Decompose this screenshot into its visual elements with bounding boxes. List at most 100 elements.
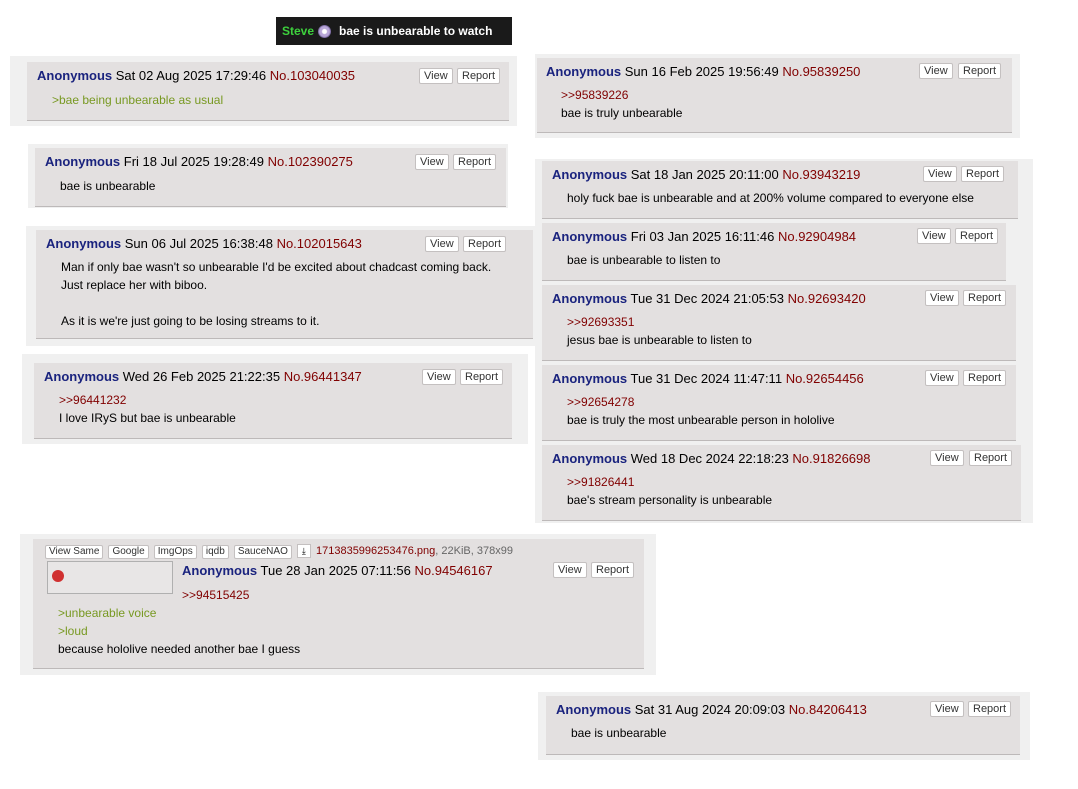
avatar-icon [52, 570, 64, 582]
view-button[interactable]: View [425, 236, 459, 252]
post: Anonymous Wed 26 Feb 2025 21:22:35 No.96… [34, 363, 512, 439]
post-date: Fri 18 Jul 2025 19:28:49 [123, 154, 264, 169]
report-button[interactable]: Report [963, 370, 1007, 386]
report-button[interactable]: Report [457, 68, 501, 84]
post-number[interactable]: No.92693420 [788, 291, 866, 306]
image-thumbnail[interactable] [47, 561, 173, 594]
post-text-line: bae is truly unbearable [561, 106, 683, 120]
quote-link[interactable]: >>94515425 [182, 586, 249, 604]
settings-icon[interactable] [318, 24, 332, 38]
post-date: Fri 03 Jan 2025 16:11:46 [630, 229, 775, 244]
report-button[interactable]: Report [591, 562, 635, 578]
thread-title: bae is unbearable to watch [339, 24, 493, 38]
poster-name: Anonymous [46, 236, 122, 251]
post-text-line: holy fuck bae is unbearable and at 200% … [567, 191, 974, 205]
poster-name: Anonymous [45, 154, 121, 169]
download-icon[interactable]: ⤓ [296, 544, 311, 558]
post-text-line: bae is truly the most unbearable person … [567, 413, 835, 427]
poster-name: Anonymous [552, 229, 628, 244]
post-text-line: jesus bae is unbearable to listen to [567, 333, 752, 347]
post-date: Sun 06 Jul 2025 16:38:48 [124, 236, 273, 251]
post-number[interactable]: No.92654456 [786, 371, 864, 386]
post: Anonymous Fri 03 Jan 2025 16:11:46 No.92… [542, 223, 1006, 281]
report-button[interactable]: Report [963, 290, 1007, 306]
quote-link[interactable]: >>91826441 [567, 473, 772, 491]
poster-name: Anonymous [556, 702, 632, 717]
post-number[interactable]: No.102390275 [268, 154, 353, 169]
post-number[interactable]: No.102015643 [277, 236, 362, 251]
view-button[interactable]: View [419, 68, 453, 84]
report-button[interactable]: Report [460, 369, 504, 385]
post-text-line: bae is unbearable [60, 179, 156, 193]
post-date: Sat 18 Jan 2025 20:11:00 [630, 167, 779, 182]
post-number[interactable]: No.95839250 [782, 64, 860, 79]
post-date: Tue 31 Dec 2024 11:47:11 [630, 371, 783, 386]
post: Anonymous Tue 31 Dec 2024 11:47:11 No.92… [542, 365, 1016, 441]
post-date: Sat 31 Aug 2024 20:09:03 [634, 702, 786, 717]
quote-link[interactable]: >>96441232 [59, 391, 236, 409]
post-text-line: bae's stream personality is unbearable [567, 493, 773, 507]
post-number[interactable]: No.96441347 [284, 369, 362, 384]
post-number[interactable]: No.91826698 [792, 451, 870, 466]
thread-title-bar: Steve bae is unbearable to watch [276, 17, 512, 45]
post-text-line [61, 294, 491, 312]
report-button[interactable]: Report [961, 166, 1005, 182]
imgops-button[interactable]: ImgOps [153, 545, 197, 559]
file-name[interactable]: 1713835996253476.png [316, 545, 435, 557]
poster-name: Anonymous [37, 68, 113, 83]
view-button[interactable]: View [925, 370, 959, 386]
post-number[interactable]: No.94546167 [415, 563, 493, 578]
quote-link[interactable]: >>92693351 [567, 313, 752, 331]
post-text-line: because hololive needed another bae I gu… [58, 642, 301, 656]
post-text-line: bae is unbearable [571, 726, 667, 740]
report-button[interactable]: Report [955, 228, 999, 244]
post-number[interactable]: No.84206413 [789, 702, 867, 717]
view-button[interactable]: View [422, 369, 456, 385]
view-button[interactable]: View [917, 228, 951, 244]
post: Anonymous Sat 31 Aug 2024 20:09:03 No.84… [546, 696, 1020, 755]
quote-link[interactable]: >>95839226 [561, 86, 682, 104]
post-date: Sun 16 Feb 2025 19:56:49 [624, 64, 779, 79]
post-number[interactable]: No.93943219 [782, 167, 860, 182]
view-button[interactable]: View [925, 290, 959, 306]
view-button[interactable]: View [919, 63, 953, 79]
post-date: Tue 31 Dec 2024 21:05:53 [630, 291, 784, 306]
poster-name: Anonymous [552, 291, 628, 306]
post: Anonymous Tue 31 Dec 2024 21:05:53 No.92… [542, 285, 1016, 361]
view-button[interactable]: View [415, 154, 449, 170]
post-text-line: Just replace her with biboo. [61, 278, 208, 292]
report-button[interactable]: Report [453, 154, 497, 170]
report-button[interactable]: Report [958, 63, 1002, 79]
view-button[interactable]: View [930, 450, 964, 466]
view-button[interactable]: View [923, 166, 957, 182]
post: Anonymous Fri 18 Jul 2025 19:28:49 No.10… [35, 148, 506, 207]
post-text-line: I love IRyS but bae is unbearable [59, 411, 236, 425]
poster-name: Anonymous [552, 451, 628, 466]
post-date: Wed 26 Feb 2025 21:22:35 [122, 369, 281, 384]
post: Anonymous Wed 18 Dec 2024 22:18:23 No.91… [542, 445, 1021, 521]
saucenao-button[interactable]: SauceNAO [233, 545, 292, 559]
view-same-button[interactable]: View Same [45, 545, 104, 559]
view-button[interactable]: View [930, 701, 964, 717]
post: Anonymous Sun 06 Jul 2025 16:38:48 No.10… [36, 230, 533, 339]
poster-name: Anonymous [552, 167, 628, 182]
post: Anonymous Sun 16 Feb 2025 19:56:49 No.95… [537, 58, 1012, 133]
post-text-line: Man if only bae wasn't so unbearable I'd… [61, 260, 492, 274]
file-meta: , 22KiB, 378x99 [435, 545, 513, 557]
post-text-line: As it is we're just going to be losing s… [61, 314, 320, 328]
greentext-line: >unbearable voice [58, 606, 157, 620]
post-number[interactable]: No.92904984 [778, 229, 856, 244]
google-search-button[interactable]: Google [108, 545, 149, 559]
post-text-line: bae is unbearable to listen to [567, 253, 721, 267]
poster-name: Anonymous [546, 64, 622, 79]
post-date: Wed 18 Dec 2024 22:18:23 [630, 451, 789, 466]
quote-link[interactable]: >>92654278 [567, 393, 835, 411]
report-button[interactable]: Report [969, 450, 1013, 466]
post-date: Sat 02 Aug 2025 17:29:46 [115, 68, 267, 83]
iqdb-button[interactable]: iqdb [201, 545, 229, 559]
view-button[interactable]: View [553, 562, 587, 578]
poster-name: Anonymous [182, 563, 258, 578]
report-button[interactable]: Report [968, 701, 1012, 717]
post-number[interactable]: No.103040035 [270, 68, 355, 83]
report-button[interactable]: Report [463, 236, 507, 252]
